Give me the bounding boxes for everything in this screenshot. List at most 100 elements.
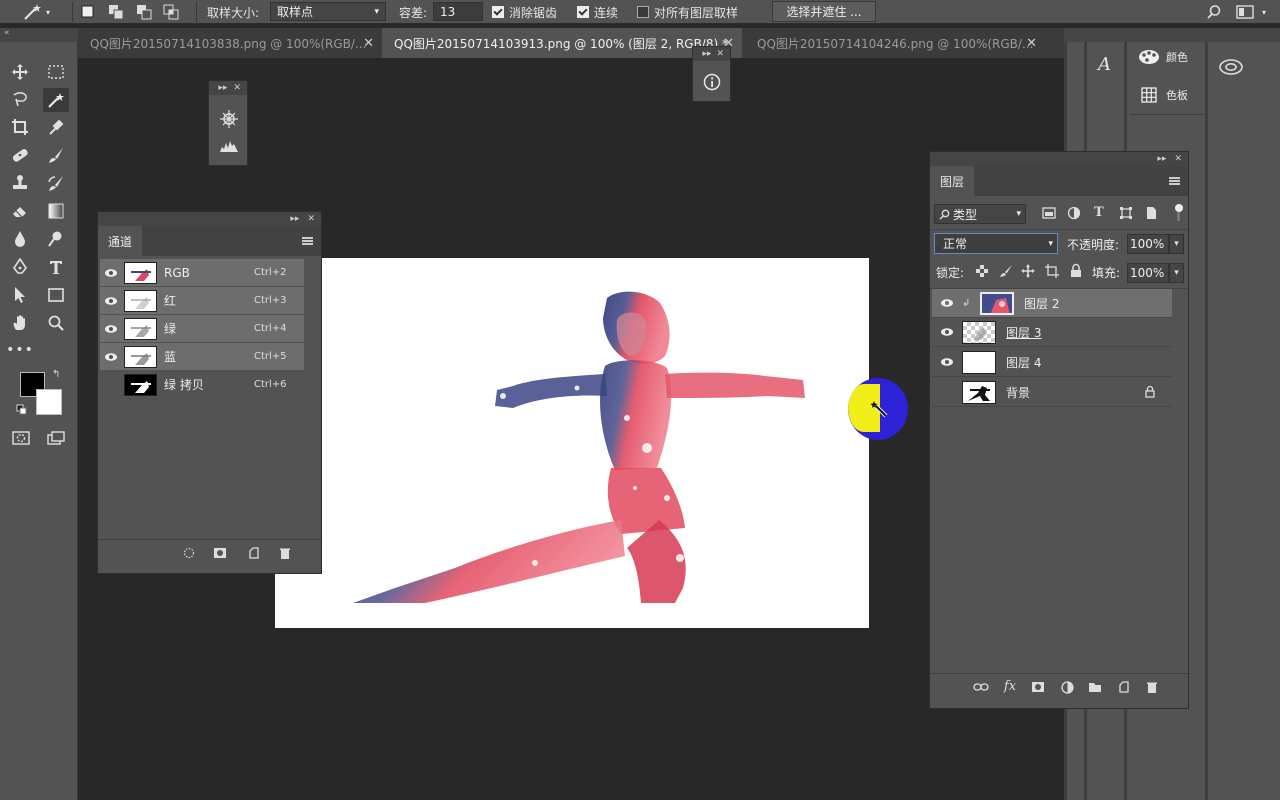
swatches-panel-button[interactable]: 色板 bbox=[1130, 82, 1202, 108]
eye-hidden-icon[interactable] bbox=[100, 371, 122, 398]
lasso-icon[interactable] bbox=[7, 88, 33, 112]
channel-row[interactable]: 蓝 Ctrl+5 bbox=[100, 343, 304, 370]
sample-all-layers-checkbox[interactable]: 对所有图层取样 bbox=[637, 0, 738, 24]
selection-mode-add[interactable] bbox=[108, 0, 126, 24]
lock-artboard-icon[interactable] bbox=[1045, 264, 1059, 278]
pen-icon[interactable] bbox=[7, 255, 33, 279]
path-selection-icon[interactable] bbox=[7, 283, 33, 307]
eye-icon[interactable] bbox=[932, 349, 962, 376]
magic-wand-icon[interactable] bbox=[43, 88, 69, 112]
filter-smart-object-icon[interactable] bbox=[1144, 206, 1158, 220]
new-layer-icon[interactable] bbox=[1115, 679, 1133, 695]
blur-icon[interactable] bbox=[7, 227, 33, 251]
trash-icon[interactable] bbox=[276, 545, 294, 561]
layer-row[interactable]: ↲ 图层 2 bbox=[932, 289, 1172, 318]
quick-mask-icon[interactable] bbox=[8, 426, 34, 450]
zoom-icon[interactable] bbox=[43, 311, 69, 335]
eraser-icon[interactable] bbox=[7, 199, 33, 223]
magic-wand-tool-preset[interactable]: ▾ bbox=[22, 0, 50, 24]
document-canvas[interactable] bbox=[275, 258, 869, 628]
selection-mode-subtract[interactable] bbox=[136, 0, 154, 24]
eye-icon[interactable] bbox=[100, 259, 122, 286]
histogram-icon[interactable] bbox=[219, 139, 239, 153]
filter-adjustment-icon[interactable] bbox=[1067, 206, 1081, 220]
brush-icon[interactable] bbox=[43, 143, 69, 167]
libraries-icon[interactable] bbox=[1218, 56, 1244, 76]
layer-style-fx-icon[interactable]: fx bbox=[1001, 678, 1019, 694]
clone-stamp-icon[interactable] bbox=[7, 171, 33, 195]
selection-mode-intersect[interactable] bbox=[163, 0, 181, 24]
eye-icon[interactable] bbox=[932, 319, 962, 346]
close-icon[interactable]: ✕ bbox=[363, 36, 374, 51]
gradient-icon[interactable] bbox=[43, 199, 69, 223]
select-and-mask-button[interactable]: 选择并遮住 ... bbox=[772, 1, 876, 22]
search-icon[interactable] bbox=[1206, 0, 1222, 24]
dodge-icon[interactable] bbox=[43, 227, 69, 251]
eye-hidden-icon[interactable] bbox=[932, 379, 962, 406]
workspace-icon[interactable] bbox=[1236, 0, 1254, 24]
info-icon[interactable] bbox=[703, 73, 721, 91]
lock-position-icon[interactable] bbox=[1021, 264, 1035, 278]
save-selection-icon[interactable] bbox=[211, 545, 229, 561]
trash-icon[interactable] bbox=[1143, 679, 1161, 695]
color-panel-button[interactable]: 颜色 bbox=[1130, 44, 1202, 70]
channel-row[interactable]: RGB Ctrl+2 bbox=[100, 259, 304, 286]
toolbar-collapse[interactable]: « bbox=[0, 28, 78, 42]
blend-mode-dropdown[interactable]: 正常 ▾ bbox=[934, 233, 1058, 254]
lock-all-icon[interactable] bbox=[1069, 263, 1083, 278]
layer-row[interactable]: 图层 4 bbox=[932, 348, 1172, 377]
type-icon[interactable] bbox=[43, 255, 69, 279]
tolerance-input[interactable]: 13 bbox=[433, 2, 483, 21]
panel-menu-icon[interactable] bbox=[302, 237, 313, 245]
filter-shape-icon[interactable] bbox=[1119, 206, 1133, 220]
filter-type-icon[interactable]: T bbox=[1094, 205, 1104, 220]
fill-slider-toggle[interactable]: ▾ bbox=[1169, 263, 1184, 283]
eye-icon[interactable] bbox=[932, 290, 962, 317]
default-colors-icon[interactable] bbox=[16, 404, 28, 416]
eyedropper-icon[interactable] bbox=[43, 115, 69, 139]
history-brush-icon[interactable] bbox=[43, 171, 69, 195]
collapse-icon[interactable]: ▸▸ bbox=[218, 83, 227, 93]
navigator-icon[interactable] bbox=[219, 109, 239, 129]
layer-row[interactable]: 图层 3 bbox=[932, 318, 1172, 347]
hand-icon[interactable] bbox=[7, 311, 33, 335]
tab-layers[interactable]: 图层 bbox=[930, 166, 975, 196]
move-icon[interactable] bbox=[7, 60, 33, 84]
tab-channels[interactable]: 通道 bbox=[98, 226, 143, 256]
background-color-swatch[interactable] bbox=[36, 389, 62, 415]
screen-mode-icon[interactable] bbox=[43, 426, 69, 450]
close-icon[interactable]: ✕ bbox=[233, 83, 241, 93]
close-icon[interactable]: ✕ bbox=[716, 49, 724, 59]
healing-brush-icon[interactable] bbox=[7, 143, 33, 167]
panel-menu-icon[interactable] bbox=[1169, 177, 1180, 185]
crop-icon[interactable] bbox=[7, 115, 33, 139]
collapse-icon[interactable]: ▸▸ bbox=[702, 49, 711, 59]
link-layers-icon[interactable] bbox=[972, 679, 990, 695]
contiguous-checkbox[interactable]: 连续 bbox=[577, 0, 618, 24]
eye-icon[interactable] bbox=[100, 343, 122, 370]
document-tab-1[interactable]: QQ图片20150714103838.png @ 100%(RGB/... ✕ bbox=[78, 28, 382, 58]
adjustment-layer-icon[interactable] bbox=[1058, 679, 1076, 695]
close-icon[interactable]: ✕ bbox=[307, 214, 315, 224]
layer-filter-dropdown[interactable]: 类型 ▾ bbox=[934, 204, 1026, 224]
lock-pixels-icon[interactable] bbox=[999, 264, 1013, 278]
collapse-icon[interactable]: ▸▸ bbox=[1157, 154, 1166, 164]
opacity-slider-toggle[interactable]: ▾ bbox=[1169, 234, 1184, 254]
document-tab-2[interactable]: QQ图片20150714103913.png @ 100% (图层 2, RGB… bbox=[382, 28, 742, 58]
eye-icon[interactable] bbox=[100, 287, 122, 314]
fill-input[interactable]: 100% bbox=[1127, 263, 1169, 283]
rectangle-shape-icon[interactable] bbox=[43, 283, 69, 307]
more-tools-icon[interactable]: ••• bbox=[6, 338, 33, 362]
channel-row[interactable]: 红 Ctrl+3 bbox=[100, 287, 304, 314]
marquee-icon[interactable] bbox=[43, 60, 69, 84]
close-icon[interactable]: ✕ bbox=[1174, 154, 1182, 164]
channel-row[interactable]: 绿 Ctrl+4 bbox=[100, 315, 304, 342]
load-selection-icon[interactable] bbox=[180, 545, 198, 561]
lock-transparent-icon[interactable] bbox=[975, 264, 989, 278]
filter-pixel-icon[interactable] bbox=[1042, 206, 1056, 220]
sample-size-dropdown[interactable]: 取样点 ▾ bbox=[270, 2, 386, 21]
antialias-checkbox[interactable]: 消除锯齿 bbox=[492, 0, 557, 24]
collapse-icon[interactable]: ▸▸ bbox=[290, 214, 299, 224]
channel-row[interactable]: 绿 拷贝 Ctrl+6 bbox=[100, 371, 304, 398]
new-channel-icon[interactable] bbox=[245, 545, 263, 561]
